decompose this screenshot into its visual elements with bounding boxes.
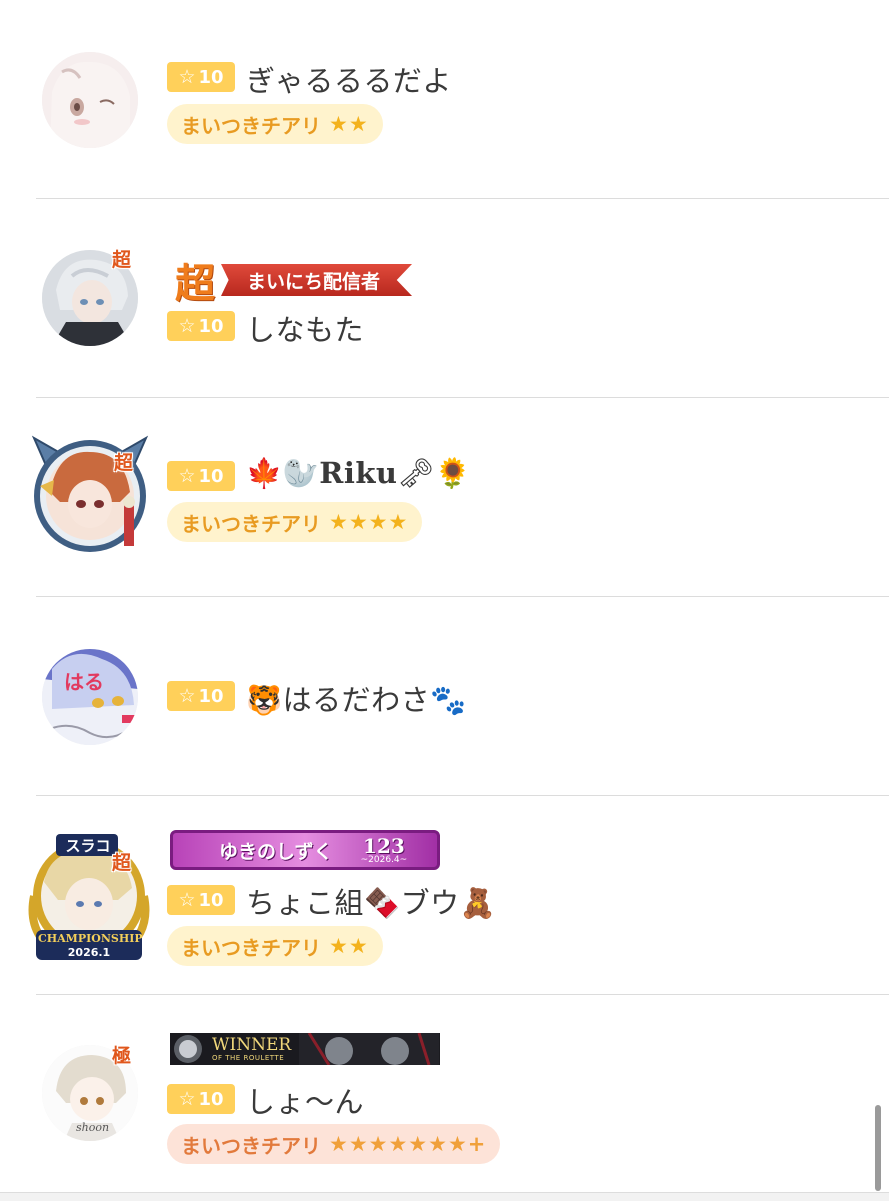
list-item[interactable]: shoon 極 WINNER OF THE ROULETTE ☆ 10 しょ〜ん… bbox=[0, 995, 889, 1192]
list-item[interactable]: ☆ 10 ぎゃるるるだよ まいつきチアリ ★★ bbox=[0, 0, 889, 198]
winner-portrait-icon bbox=[174, 1035, 202, 1063]
level-badge: ☆ 10 bbox=[167, 885, 235, 915]
monthly-cheer-badge: まいつきチアリ ★★ bbox=[167, 926, 383, 966]
star-outline-icon: ☆ bbox=[178, 315, 196, 337]
star-icon: ★★ bbox=[329, 112, 369, 136]
fan-club-badge: ゆきのしずく 123 ~2026.4~ bbox=[170, 830, 440, 870]
user-name: ちょこ組🍫ブウ🧸 bbox=[246, 886, 497, 920]
cho-badge: 超 bbox=[114, 452, 134, 474]
star-outline-icon: ☆ bbox=[178, 66, 196, 88]
level-badge: ☆ 10 bbox=[167, 461, 235, 491]
monthly-cheer-badge: まいつきチアリ ★★★★★★★+ bbox=[167, 1124, 501, 1164]
cat-ear-frame-icon bbox=[31, 435, 149, 552]
avatar[interactable]: はる bbox=[42, 649, 138, 745]
level-badge: ☆ 10 bbox=[167, 311, 235, 341]
user-name: しなもた bbox=[246, 313, 365, 347]
roulette-winner-badge: WINNER OF THE ROULETTE bbox=[170, 1033, 440, 1065]
list-item[interactable]: 超 超 まいにち配信者 ☆ 10 しなもた bbox=[0, 199, 889, 397]
kiwami-badge: 極 bbox=[112, 1045, 132, 1067]
monthly-cheer-badge: まいつきチアリ ★★ bbox=[167, 104, 383, 144]
list-item[interactable]: はる ☆ 10 🐯はるだわさ🐾 bbox=[0, 597, 889, 795]
championship-date: 2026.1 bbox=[67, 946, 111, 959]
scrollbar[interactable] bbox=[875, 1105, 881, 1191]
avatar[interactable] bbox=[42, 52, 138, 148]
list-item[interactable]: スラコ CHAMPIONSHIP 2026.1 超 ゆきのしずく 123 ~20… bbox=[0, 796, 889, 994]
star-icon: ★★★★★★★+ bbox=[329, 1132, 487, 1156]
star-outline-icon: ☆ bbox=[178, 465, 196, 487]
cho-badge: 超 bbox=[112, 249, 132, 271]
level-badge: ☆ 10 bbox=[167, 1084, 235, 1114]
daily-streamer-ribbon: 超 まいにち配信者 bbox=[175, 251, 413, 309]
avatar-frame[interactable]: スラコ CHAMPIONSHIP 2026.1 bbox=[22, 826, 156, 964]
cho-badge: 超 bbox=[112, 852, 132, 874]
championship-label: CHAMPIONSHIP bbox=[38, 932, 143, 945]
level-badge: ☆ 10 bbox=[167, 681, 235, 711]
user-name: 🍁🦭Riku🗝🌻 bbox=[246, 456, 472, 490]
star-outline-icon: ☆ bbox=[178, 889, 196, 911]
frame-top-label: スラコ bbox=[65, 837, 111, 855]
user-name: しょ〜ん bbox=[246, 1085, 365, 1119]
level-badge: ☆ 10 bbox=[167, 62, 235, 92]
avatar-frame[interactable] bbox=[28, 430, 152, 554]
monthly-cheer-badge: まいつきチアリ ★★★★ bbox=[167, 502, 423, 542]
user-name: ぎゃるるるだよ bbox=[246, 64, 452, 98]
star-icon: ★★ bbox=[329, 934, 369, 958]
star-outline-icon: ☆ bbox=[178, 1088, 196, 1110]
winner-art-icon bbox=[299, 1033, 440, 1065]
avatar-signature: shoon bbox=[76, 1121, 110, 1134]
user-name: 🐯はるだわさ🐾 bbox=[246, 683, 467, 717]
list-item[interactable]: 超 ☆ 10 🍁🦭Riku🗝🌻 まいつきチアリ ★★★★ bbox=[0, 398, 889, 596]
star-icon: ★★★★ bbox=[329, 510, 409, 534]
star-outline-icon: ☆ bbox=[178, 685, 196, 707]
svg-text:はる: はる bbox=[64, 670, 104, 694]
